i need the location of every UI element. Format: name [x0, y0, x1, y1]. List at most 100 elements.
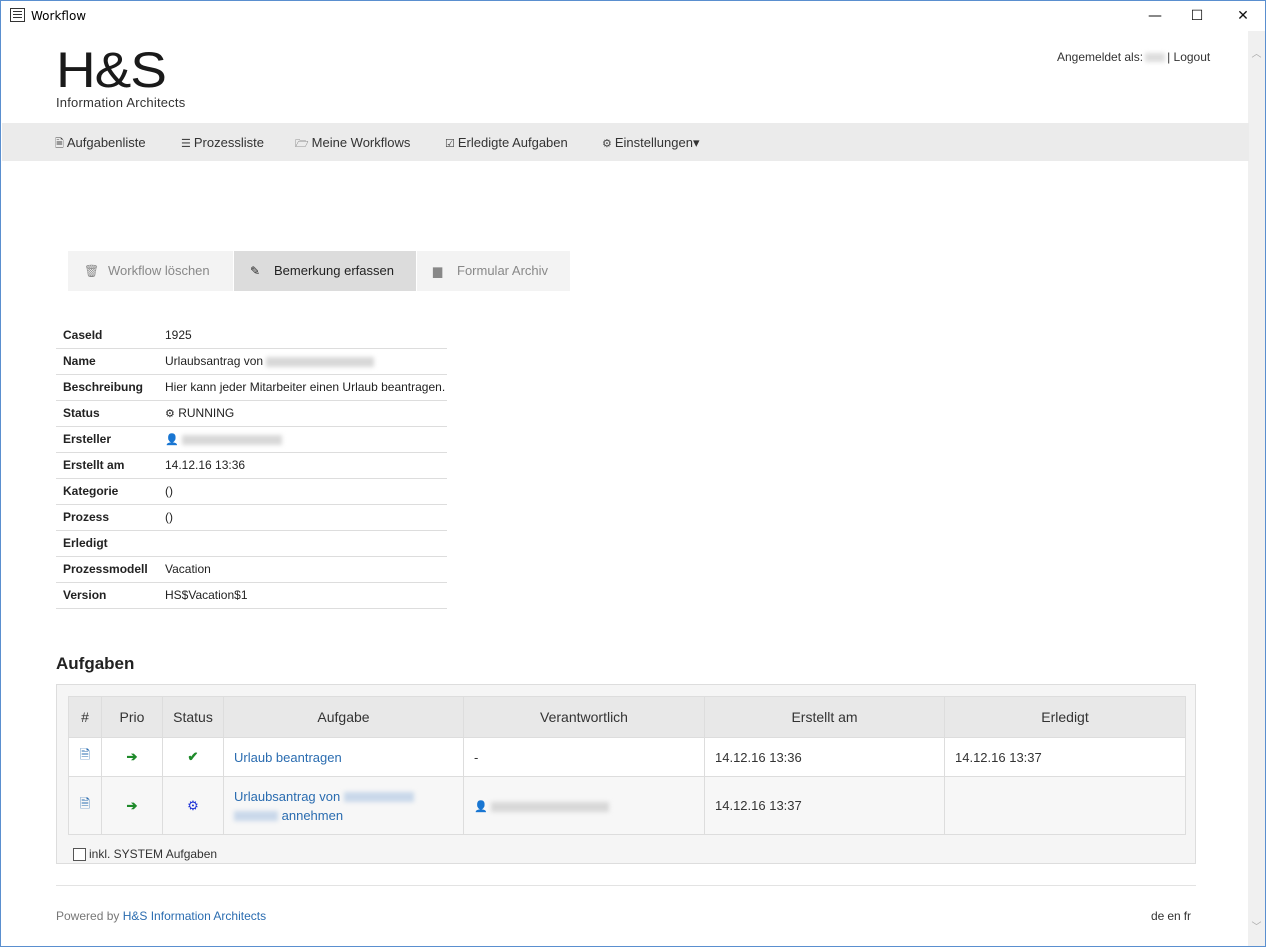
column-header[interactable]: Aufgabe: [223, 696, 464, 738]
task-cell: Urlaub beantragen: [223, 737, 464, 777]
detail-row: Ersteller 👤: [56, 426, 447, 453]
gear-icon: ⚙: [602, 138, 612, 150]
cogs-icon: ⚙: [165, 408, 175, 420]
minimize-button[interactable]: —: [1132, 1, 1178, 31]
detail-value: [159, 530, 447, 557]
detail-label: Ersteller: [56, 426, 159, 453]
app-window: Workflow — ☐ ✕ ︿ ﹀ H&S Information Archi…: [0, 0, 1266, 947]
detail-value: (): [159, 504, 447, 531]
scroll-down-icon[interactable]: ﹀: [1248, 919, 1265, 936]
detail-label: Version: [56, 582, 159, 609]
done-cell: 14.12.16 13:37: [944, 737, 1186, 777]
detail-row: Status ⚙ RUNNING: [56, 400, 447, 427]
company-link[interactable]: H&S Information Architects: [123, 909, 266, 923]
task-link-text: annehmen: [281, 807, 344, 823]
detail-row: Version HS$Vacation$1: [56, 582, 447, 609]
logo-mark: H&S: [56, 42, 167, 98]
folder-open-icon: 🗁: [295, 138, 309, 150]
caret-down-icon: ▾: [692, 135, 700, 150]
powered-by: Powered by H&S Information Architects: [56, 909, 266, 923]
nav-label: Meine Workflows: [311, 135, 411, 150]
close-button[interactable]: ✕: [1220, 1, 1265, 31]
workflow-delete-button[interactable]: 🗑 Workflow löschen: [68, 251, 233, 291]
column-header[interactable]: #: [68, 696, 102, 738]
add-comment-button[interactable]: ✎ Bemerkung erfassen: [234, 251, 416, 291]
row-doc-cell: 🗎: [68, 737, 102, 777]
app-list-icon: [10, 8, 25, 22]
detail-value: (): [159, 478, 447, 505]
detail-row: Kategorie (): [56, 478, 447, 505]
nav-aufgabenliste[interactable]: 🗎 Aufgabenliste: [55, 135, 146, 154]
checkbox-icon: ☑: [445, 138, 455, 150]
gear-icon: ⚙: [187, 797, 199, 813]
task-link[interactable]: Urlaub beantragen: [234, 750, 342, 765]
nav-prozessliste[interactable]: ☰ Prozessliste: [181, 135, 264, 150]
system-tasks-toggle[interactable]: inkl. SYSTEM Aufgaben: [73, 847, 217, 861]
document-icon[interactable]: 🗎: [80, 747, 90, 762]
maximize-button[interactable]: ☐: [1174, 1, 1220, 31]
redacted-text: [343, 792, 414, 803]
table-row: 🗎 ➔ ⚙ Urlaubsantrag von annehmen 👤 14.12…: [68, 776, 1186, 835]
arrow-right-icon: ➔: [126, 749, 138, 764]
detail-value: 14.12.16 13:36: [159, 452, 447, 479]
status-cell: ✔: [162, 737, 224, 777]
nav-erledigte-aufgaben[interactable]: ☑ Erledigte Aufgaben: [445, 135, 568, 150]
form-archive-button[interactable]: ▆ Formular Archiv: [417, 251, 570, 291]
created-cell: 14.12.16 13:37: [704, 776, 945, 835]
detail-row: Name Urlaubsantrag von: [56, 348, 447, 375]
nav-label: Aufgabenliste: [66, 135, 146, 150]
detail-row: Prozessmodell Vacation: [56, 556, 447, 583]
vertical-scrollbar[interactable]: ︿ ﹀: [1248, 31, 1265, 946]
detail-label: Status: [56, 400, 159, 427]
status-text: RUNNING: [178, 406, 235, 420]
nav-meine-workflows[interactable]: 🗁 Meine Workflows: [295, 135, 410, 154]
nav-label: Einstellungen: [614, 135, 693, 150]
redacted-text: [182, 434, 283, 445]
detail-value: 1925: [159, 322, 447, 349]
task-link-text: Urlaubsantrag von: [234, 788, 341, 804]
logout-link[interactable]: Logout: [1174, 50, 1211, 64]
column-header[interactable]: Erstellt am: [704, 696, 945, 738]
column-header[interactable]: Verantwortlich: [463, 696, 705, 738]
prio-cell: ➔: [101, 737, 163, 777]
system-tasks-checkbox[interactable]: [73, 848, 86, 861]
tasks-heading: Aufgaben: [56, 654, 135, 673]
detail-label: Name: [56, 348, 159, 375]
list-icon: ☰: [181, 138, 191, 150]
tasks-table: # Prio Status Aufgabe Verantwortlich Ers…: [68, 696, 1186, 835]
detail-value: Vacation: [159, 556, 447, 583]
lang-en[interactable]: en: [1167, 909, 1180, 923]
column-header[interactable]: Erledigt: [944, 696, 1186, 738]
detail-row: Beschreibung Hier kann jeder Mitarbeiter…: [56, 374, 447, 401]
detail-label: CaseId: [56, 322, 159, 349]
checkbox-label: inkl. SYSTEM Aufgaben: [89, 847, 218, 861]
column-header[interactable]: Status: [162, 696, 224, 738]
redacted-text: [234, 811, 278, 822]
detail-label: Prozessmodell: [56, 556, 159, 583]
username-redacted: [1145, 53, 1166, 63]
detail-value: HS$Vacation$1: [159, 582, 447, 609]
button-label: Workflow löschen: [108, 263, 210, 278]
task-link[interactable]: Urlaubsantrag von annehmen: [234, 789, 414, 823]
detail-row: Erstellt am 14.12.16 13:36: [56, 452, 447, 479]
lang-de[interactable]: de: [1151, 909, 1164, 923]
detail-row: CaseId 1925: [56, 322, 447, 349]
prio-cell: ➔: [101, 776, 163, 835]
lang-fr[interactable]: fr: [1184, 909, 1191, 923]
detail-label: Erledigt: [56, 530, 159, 557]
detail-label: Prozess: [56, 504, 159, 531]
document-icon[interactable]: 🗎: [80, 796, 90, 811]
detail-value: 👤: [159, 426, 447, 453]
task-cell: Urlaubsantrag von annehmen: [223, 776, 464, 835]
language-switcher: de en fr: [1151, 909, 1194, 923]
detail-row: Erledigt: [56, 530, 447, 557]
detail-value: Urlaubsantrag von: [159, 348, 447, 375]
arrow-right-icon: ➔: [126, 797, 138, 813]
nav-einstellungen[interactable]: ⚙ Einstellungen▾: [602, 135, 699, 151]
detail-row: Prozess (): [56, 504, 447, 531]
detail-label: Erstellt am: [56, 452, 159, 479]
detail-value: ⚙ RUNNING: [159, 400, 447, 427]
scroll-up-icon[interactable]: ︿: [1248, 46, 1265, 63]
table-row: 🗎 ➔ ✔ Urlaub beantragen - 14.12.16 13:36…: [68, 737, 1186, 777]
column-header[interactable]: Prio: [101, 696, 163, 738]
